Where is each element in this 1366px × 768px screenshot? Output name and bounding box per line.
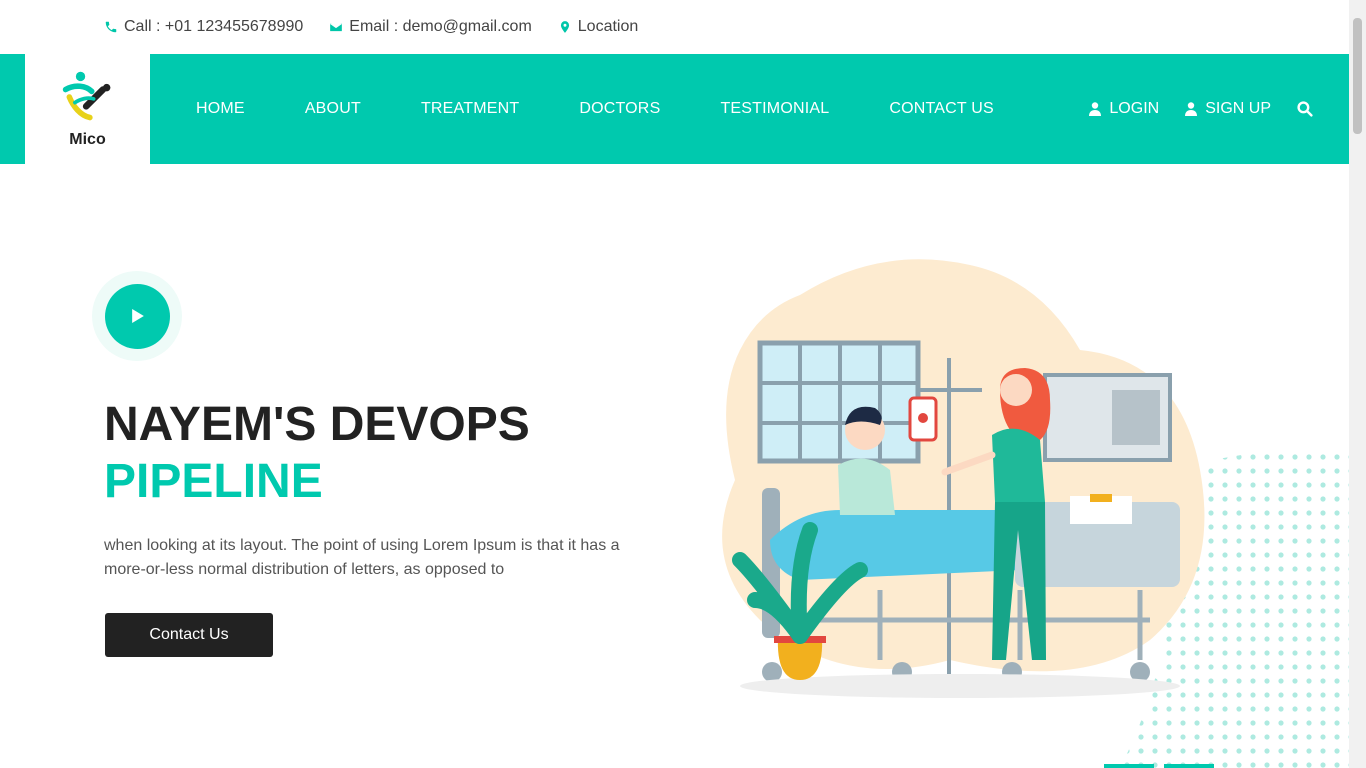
signup-link[interactable]: SIGN UP	[1185, 100, 1271, 118]
brand-logo[interactable]: Mico	[25, 54, 150, 164]
envelope-icon	[330, 22, 343, 32]
contact-email[interactable]: Email : demo@gmail.com	[329, 18, 532, 36]
nav-item-about[interactable]: ABOUT	[305, 100, 361, 118]
play-icon	[132, 309, 144, 323]
contact-phone[interactable]: Call : +01 123455678990	[104, 18, 303, 36]
phone-icon	[105, 21, 117, 33]
slider-indicator[interactable]	[1104, 764, 1154, 768]
scrollbar-thumb[interactable]	[1353, 18, 1362, 134]
nav-item-home[interactable]: HOME	[196, 100, 245, 118]
phone-text: Call : +01 123455678990	[124, 18, 304, 35]
slider-indicator[interactable]	[1164, 764, 1214, 768]
nav-menu: HOME ABOUT TREATMENT DOCTORS TESTIMONIAL…	[196, 54, 994, 164]
video-play-button[interactable]	[104, 283, 170, 349]
search-button[interactable]	[1297, 101, 1313, 117]
login-link[interactable]: LOGIN	[1089, 100, 1159, 118]
contact-location[interactable]: Location	[558, 18, 639, 36]
contact-us-button[interactable]: Contact Us	[105, 613, 273, 657]
location-text: Location	[577, 18, 639, 35]
nav-item-contact-us[interactable]: CONTACT US	[889, 100, 994, 118]
brand-name: Mico	[69, 131, 106, 148]
hero-title-line2: PIPELINE	[104, 455, 323, 508]
main-navbar: Mico HOME ABOUT TREATMENT DOCTORS TESTIM…	[0, 54, 1349, 164]
email-text: Email : demo@gmail.com	[349, 18, 532, 35]
page-scrollbar[interactable]	[1349, 0, 1366, 768]
contact-bar: Call : +01 123455678990 Email : demo@gma…	[0, 0, 1349, 54]
user-icon	[1185, 102, 1198, 116]
login-label: LOGIN	[1109, 100, 1160, 117]
video-play-ring	[92, 271, 182, 361]
map-marker-icon	[560, 21, 569, 33]
hero-description: when looking at its layout. The point of…	[104, 537, 620, 578]
auth-links: LOGIN SIGN UP	[1089, 54, 1313, 164]
search-icon	[1297, 101, 1313, 117]
user-icon	[1089, 102, 1102, 116]
hero-title-line1: NAYEM'S DEVOPS	[104, 398, 530, 451]
logo-icon	[62, 71, 110, 121]
nav-item-treatment[interactable]: TREATMENT	[421, 100, 519, 118]
nav-item-doctors[interactable]: DOCTORS	[579, 100, 660, 118]
hero-title: NAYEM'S DEVOPS PIPELINE	[104, 396, 530, 510]
nav-item-testimonial[interactable]: TESTIMONIAL	[720, 100, 829, 118]
hospital-illustration	[722, 259, 1349, 768]
signup-label: SIGN UP	[1205, 100, 1271, 117]
